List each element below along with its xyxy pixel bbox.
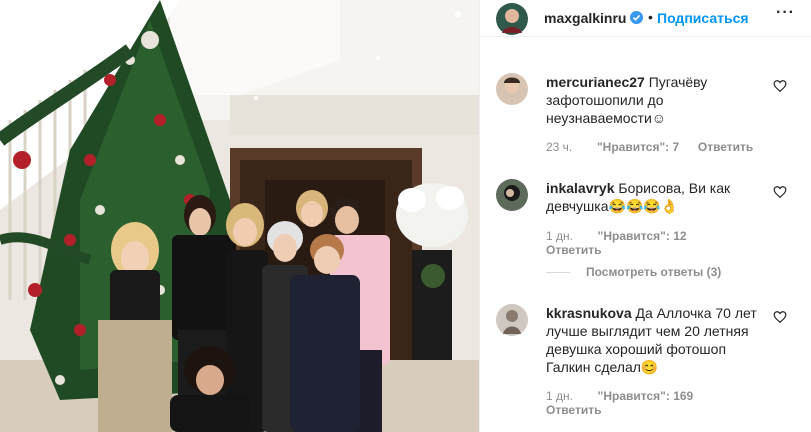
comment-text-block: kkrasnukova Да Аллочка 70 лет лучше выгл… [546, 304, 766, 376]
comment-meta: 1 дн. "Нравится": 169 [546, 389, 693, 403]
avatar[interactable] [496, 73, 528, 105]
view-replies-button[interactable]: Посмотреть ответы (3) [546, 265, 721, 279]
comment-likes[interactable]: "Нравится": 12 [598, 229, 687, 243]
comment-username[interactable]: inkalavryk [546, 180, 615, 196]
header-separator: • [648, 9, 653, 25]
avatar[interactable] [496, 304, 528, 336]
heart-icon[interactable] [773, 79, 787, 93]
heart-icon[interactable] [773, 185, 787, 199]
more-options-icon[interactable]: ··· [776, 4, 795, 22]
divider-line [546, 272, 570, 274]
comment-meta: 23 ч. "Нравится": 7 Ответить [546, 140, 753, 154]
reply-button[interactable]: Ответить [546, 243, 601, 257]
follow-button[interactable]: Подписаться [657, 10, 749, 26]
comment-likes[interactable]: "Нравится": 169 [598, 389, 694, 403]
comment-time[interactable]: 1 дн. [546, 229, 573, 243]
post-header: maxgalkinru • Подписаться ··· [480, 0, 811, 37]
comment-time[interactable]: 23 ч. [546, 140, 572, 154]
avatar[interactable] [496, 3, 528, 35]
comments-panel: maxgalkinru • Подписаться ··· mercuriane… [479, 0, 811, 432]
verified-badge-icon [630, 11, 643, 24]
header-username[interactable]: maxgalkinru [544, 10, 626, 26]
reply-button[interactable]: Ответить [698, 140, 753, 154]
reply-button[interactable]: Ответить [546, 403, 601, 417]
comment-username[interactable]: mercurianec27 [546, 74, 645, 90]
comment-likes[interactable]: "Нравится": 7 [597, 140, 679, 154]
comment-text-block: inkalavryk Борисова, Ви как девчушка😂😂😂👌 [546, 179, 766, 215]
comment-time[interactable]: 1 дн. [546, 389, 573, 403]
comment-username[interactable]: kkrasnukova [546, 305, 632, 321]
heart-icon[interactable] [773, 310, 787, 324]
group-photo [0, 0, 479, 432]
comment-text-block: mercurianec27 Пугачёву зафотошопили до н… [546, 73, 766, 127]
view-replies-label: Посмотреть ответы (3) [586, 265, 722, 279]
comment-meta: 1 дн. "Нравится": 12 [546, 229, 687, 243]
post-photo[interactable] [0, 0, 479, 432]
avatar[interactable] [496, 179, 528, 211]
